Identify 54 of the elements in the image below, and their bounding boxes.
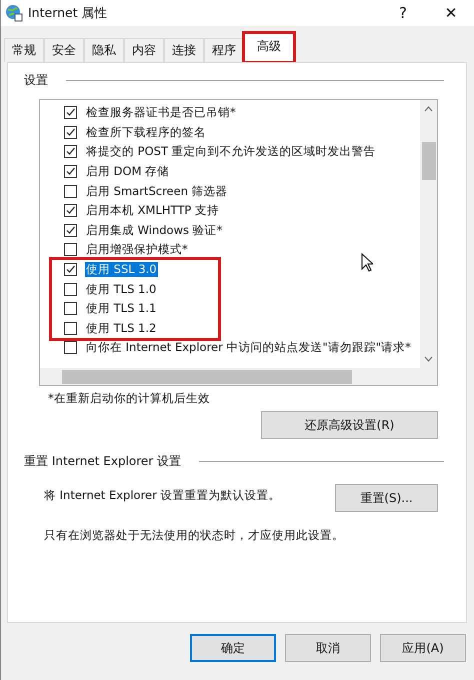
group-label: 重置 Internet Explorer 设置 bbox=[24, 452, 182, 470]
vertical-scrollbar[interactable] bbox=[420, 100, 437, 368]
scroll-thumb[interactable] bbox=[62, 370, 352, 384]
setting-label[interactable]: 将提交的 POST 重定向到不允许发送的区域时发出警告 bbox=[85, 144, 377, 160]
checkbox[interactable] bbox=[64, 106, 77, 120]
mouse-cursor-icon bbox=[361, 253, 373, 272]
horizontal-scrollbar[interactable] bbox=[40, 368, 437, 385]
checkbox[interactable] bbox=[64, 282, 77, 296]
checkbox[interactable] bbox=[64, 263, 77, 276]
setting-label[interactable]: 检查所下载程序的签名 bbox=[85, 124, 207, 140]
dialog-button[interactable]: 应用(A) bbox=[380, 634, 466, 662]
checkbox[interactable] bbox=[64, 145, 77, 158]
tab[interactable]: 高级 bbox=[244, 33, 294, 62]
reset-note: 只有在浏览器处于无法使用的状态时，才应使用此设置。 bbox=[44, 528, 345, 543]
scroll-thumb[interactable] bbox=[422, 142, 436, 180]
setting-label[interactable]: 启用增强保护模式* bbox=[85, 242, 189, 258]
footnote: *在重新启动你的计算机后生效 bbox=[48, 391, 211, 406]
setting-label[interactable]: 启用本机 XMLHTTP 支持 bbox=[85, 203, 220, 218]
group-label: 设置 bbox=[24, 72, 48, 88]
reset-button[interactable]: 重置(S)... bbox=[335, 484, 438, 512]
scroll-down-icon[interactable] bbox=[424, 356, 433, 362]
globe-icon bbox=[5, 4, 23, 22]
checkbox[interactable] bbox=[64, 204, 77, 218]
tab[interactable]: 安全 bbox=[44, 38, 84, 62]
checkbox[interactable] bbox=[64, 184, 77, 198]
checkbox[interactable] bbox=[64, 126, 77, 139]
setting-label[interactable]: 启用集成 Windows 验证* bbox=[85, 222, 224, 238]
setting-label[interactable]: 检查服务器证书是否已吊销* bbox=[85, 105, 237, 120]
checkbox[interactable] bbox=[64, 224, 77, 237]
close-button[interactable]: ✕ bbox=[434, 4, 468, 22]
setting-label[interactable]: 使用 TLS 1.0 bbox=[85, 282, 158, 297]
scroll-up-icon[interactable] bbox=[424, 106, 433, 112]
checkbox[interactable] bbox=[64, 341, 77, 354]
setting-label[interactable]: 启用 SmartScreen 筛选器 bbox=[85, 184, 229, 199]
reset-description: 将 Internet Explorer 设置重置为默认设置。 bbox=[44, 488, 281, 502]
restore-advanced-button[interactable]: 还原高级设置(R) bbox=[261, 411, 438, 439]
checkbox[interactable] bbox=[64, 243, 77, 256]
setting-label[interactable]: 使用 TLS 1.2 bbox=[85, 320, 158, 336]
setting-label[interactable]: 启用 DOM 存储 bbox=[85, 164, 170, 180]
tab[interactable]: 连接 bbox=[164, 38, 204, 62]
tab[interactable]: 常规 bbox=[4, 38, 44, 62]
dialog-button[interactable]: 取消 bbox=[285, 634, 371, 662]
help-button[interactable]: ? bbox=[386, 4, 420, 22]
dialog-button[interactable]: 确定 bbox=[190, 634, 276, 662]
tab[interactable]: 隐私 bbox=[84, 38, 124, 62]
checkbox[interactable] bbox=[64, 302, 77, 316]
setting-label[interactable]: 使用 TLS 1.1 bbox=[85, 301, 158, 316]
checkbox[interactable] bbox=[64, 322, 77, 335]
checkbox[interactable] bbox=[64, 165, 77, 178]
window-title: Internet 属性 bbox=[28, 4, 108, 22]
tab[interactable]: 内容 bbox=[124, 38, 164, 62]
tab[interactable]: 程序 bbox=[204, 38, 244, 62]
setting-label[interactable]: 使用 SSL 3.0 bbox=[85, 262, 158, 278]
setting-label[interactable]: 向你在 Internet Explorer 中访问的站点发送"请勿跟踪"请求* bbox=[85, 340, 412, 356]
